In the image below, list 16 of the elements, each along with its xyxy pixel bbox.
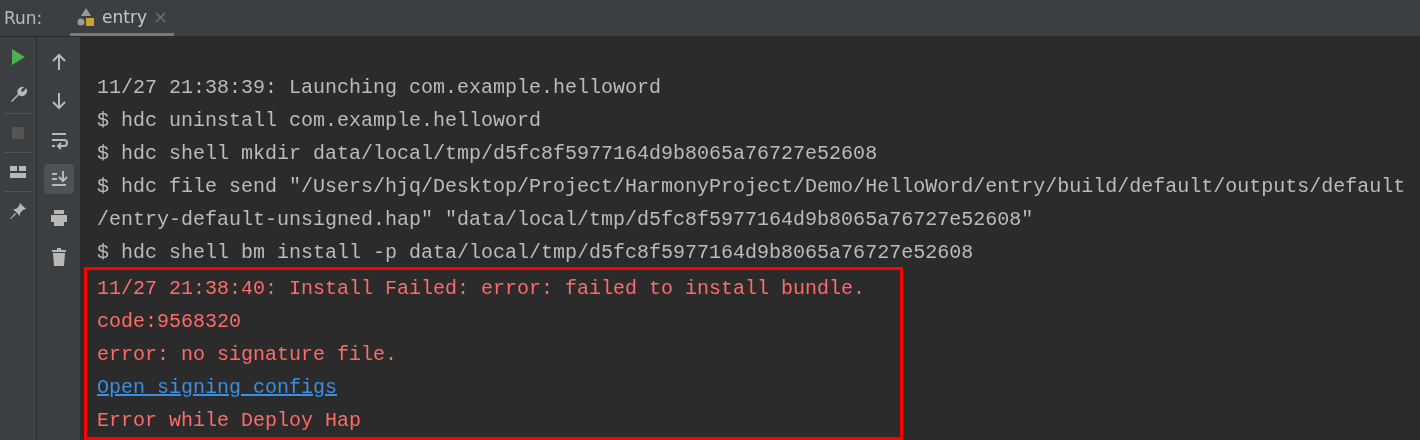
console-line: 11/27 21:38:39: Launching com.example.helloword bbox=[96, 75, 663, 101]
error-line: code:9568320 bbox=[97, 310, 242, 333]
shapes-icon bbox=[76, 6, 96, 27]
error-line: Error while Deploy Hap bbox=[97, 409, 362, 432]
run-label: Run: bbox=[4, 8, 44, 28]
error-line: 11/27 21:38:40: Install Failed: error: failed to install bundle. bbox=[97, 277, 866, 300]
console-line: $ hdc uninstall com.example.helloword bbox=[96, 108, 543, 134]
scroll-to-end-icon[interactable] bbox=[43, 164, 74, 194]
signing-configs-link[interactable]: Open signing configs bbox=[97, 376, 338, 399]
console-line: /entry-default-unsigned.hap" "data/local/tmp/d5fc8f5977164d9b8065a76727e52608" bbox=[96, 207, 1035, 233]
error-line: error: no signature file. bbox=[97, 343, 398, 366]
console-line: $ hdc shell mkdir data/local/tmp/d5fc8f5977164d9b8065a76727e52608 bbox=[96, 141, 879, 167]
console-line: $ hdc file send "/Users/hjq/Desktop/Project/HarmonyProject/Demo/HelloWord/entry/build/default/outputs/default bbox=[96, 174, 1407, 200]
pin-icon[interactable] bbox=[8, 201, 28, 221]
console-line: $ hdc shell bm install -p data/local/tmp/d5fc8f5977164d9b8065a76727e52608 bbox=[96, 240, 975, 266]
tab-title: entry bbox=[102, 6, 147, 27]
